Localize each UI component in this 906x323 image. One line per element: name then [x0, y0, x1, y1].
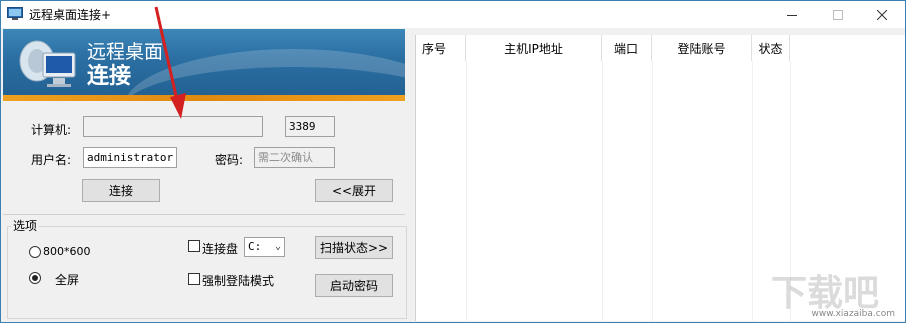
- disk-select[interactable]: C: ⌄: [244, 237, 285, 257]
- svg-text:下载吧: 下载吧: [771, 273, 879, 314]
- banner-title-line2: 连接: [87, 64, 132, 89]
- password-input[interactable]: 需二次确认: [254, 147, 335, 168]
- start-password-button[interactable]: 启动密码: [315, 274, 393, 297]
- radio-800x600-label: 800*600: [43, 245, 91, 258]
- close-icon[interactable]: [859, 1, 905, 28]
- grid-line: [466, 61, 467, 321]
- expand-button[interactable]: <<展开: [315, 179, 393, 202]
- username-label: 用户名:: [31, 153, 72, 167]
- options-group-label: 选项: [11, 217, 40, 234]
- scan-status-button[interactable]: 扫描状态>>: [315, 236, 393, 259]
- divider: [3, 214, 405, 215]
- grid-line: [602, 61, 603, 321]
- port-input[interactable]: 3389: [285, 116, 335, 137]
- title-bar: 远程桌面连接+: [1, 1, 905, 28]
- remote-desktop-icon: [19, 40, 76, 87]
- computer-label: 计算机:: [31, 123, 72, 137]
- host-list-header: 序号 主机IP地址 端口 登陆账号 状态: [416, 35, 906, 61]
- force-login-label: 强制登陆模式: [202, 274, 275, 288]
- host-list[interactable]: 序号 主机IP地址 端口 登陆账号 状态 下载吧 www.xiazaiba.co…: [415, 35, 905, 321]
- chevron-down-icon: ⌄: [274, 241, 281, 252]
- radio-fullscreen-label: 全屏: [55, 273, 80, 287]
- app-icon: [7, 7, 23, 20]
- maximize-icon[interactable]: [815, 1, 861, 28]
- app-window: 远程桌面连接+ 远程桌面 连接 计算机: 3389 用户名: administr…: [0, 0, 906, 323]
- radio-fullscreen[interactable]: [29, 272, 41, 284]
- window-title: 远程桌面连接+: [29, 8, 112, 22]
- column-header-account[interactable]: 登陆账号: [652, 35, 752, 61]
- computer-input[interactable]: [83, 116, 263, 137]
- disk-select-value: C:: [248, 240, 262, 253]
- column-header-status[interactable]: 状态: [752, 35, 790, 61]
- banner-swoosh: [123, 49, 405, 101]
- connect-button[interactable]: 连接: [82, 179, 160, 202]
- column-header-ip[interactable]: 主机IP地址: [466, 35, 602, 61]
- connect-disk-label: 连接盘: [202, 242, 239, 256]
- connect-disk-checkbox[interactable]: [188, 240, 200, 252]
- grid-line: [752, 61, 753, 321]
- watermark-url: www.xiazaiba.com: [811, 309, 895, 319]
- force-login-checkbox[interactable]: [188, 273, 200, 285]
- connection-panel: 远程桌面 连接 计算机: 3389 用户名: administrator 密码:…: [3, 29, 407, 321]
- radio-800x600[interactable]: [29, 246, 41, 258]
- banner-stripe: [3, 95, 405, 101]
- banner: 远程桌面 连接: [3, 29, 405, 101]
- column-header-port[interactable]: 端口: [602, 35, 652, 61]
- minimize-icon[interactable]: [769, 1, 815, 28]
- password-label: 密码:: [215, 153, 244, 167]
- grid-line: [652, 61, 653, 321]
- username-input[interactable]: administrator: [83, 147, 177, 168]
- column-header-index[interactable]: 序号: [416, 35, 466, 61]
